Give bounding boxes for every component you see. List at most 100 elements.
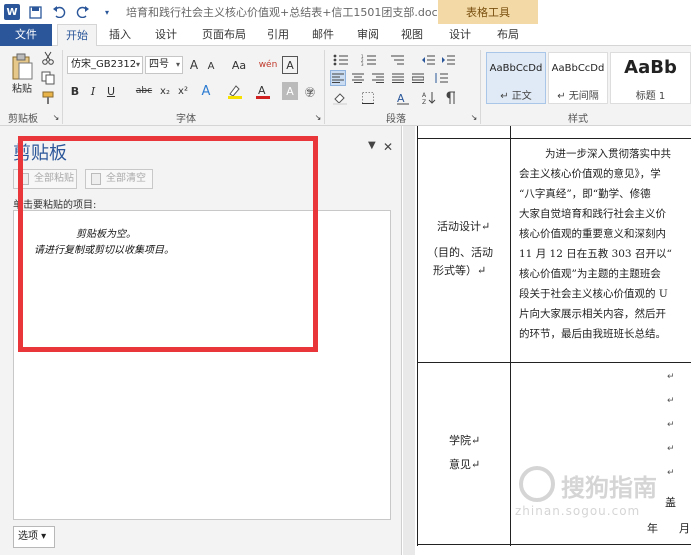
clipboard-group-label: 剪贴板 <box>8 114 38 125</box>
word-app-icon[interactable]: W <box>4 4 20 20</box>
document-area[interactable]: 活动设计↵ （目的、活动 形式等）↵ 为进一步深入贯彻落实中共 会主义核心价值观… <box>403 126 691 555</box>
ribbon-tabs: 文件 开始 插入 设计 页面布局 引用 邮件 审阅 视图 设计 布局 <box>0 24 691 47</box>
line-spacing-icon[interactable] <box>432 70 450 86</box>
body-text-line: 片向大家展示相关内容，然后开 <box>519 308 666 320</box>
body-text-line: 的环节，最后由我班班长总结。 <box>519 328 666 340</box>
tab-insert[interactable]: 插入 <box>102 24 138 46</box>
character-border-button[interactable]: A <box>282 56 298 74</box>
paragraph-launcher-icon[interactable]: ↘ <box>470 112 478 122</box>
underline-button[interactable]: U <box>104 82 118 100</box>
paste-button[interactable]: 粘贴 <box>8 80 36 95</box>
style-normal[interactable]: AaBbCcDd ↵ 正文 <box>486 52 546 104</box>
phonetic-guide-button[interactable]: wén <box>258 56 278 74</box>
title-bar: W ▾ 培育和践行社会主义核心价值观+总结表+信工1501团支部.doc... … <box>0 0 691 24</box>
body-text-line: 大家自觉培育和践行社会主义价 <box>519 208 666 220</box>
cut-icon[interactable] <box>40 50 56 66</box>
tab-view[interactable]: 视图 <box>394 24 430 46</box>
tab-page-layout[interactable]: 页面布局 <box>196 24 252 46</box>
undo-icon[interactable] <box>50 3 68 21</box>
tab-design[interactable]: 设计 <box>148 24 184 46</box>
numbering-icon[interactable]: 123 <box>358 52 380 68</box>
options-button[interactable]: 选项 ▾ <box>13 526 55 548</box>
clipboard-launcher-icon[interactable]: ↘ <box>52 112 60 122</box>
font-color-icon[interactable]: A <box>254 82 272 100</box>
watermark-main-text: 搜狗指南 <box>561 474 657 502</box>
style-heading-1[interactable]: AaBb 标题 1 <box>610 52 691 104</box>
tab-table-design[interactable]: 设计 <box>442 24 478 46</box>
paste-icon[interactable] <box>8 52 36 82</box>
change-case-button[interactable]: Aa <box>228 56 250 74</box>
font-name-combo[interactable]: 仿宋_GB2312 ▾ <box>67 56 143 74</box>
align-right-icon[interactable] <box>370 70 386 86</box>
character-shading-icon[interactable]: A <box>282 82 298 100</box>
body-text-line: 核心价值观的重要意义和深刻内 <box>519 228 666 240</box>
shrink-font-button[interactable]: A <box>204 58 218 74</box>
svg-text:A: A <box>397 92 405 105</box>
increase-indent-icon[interactable] <box>440 52 458 68</box>
multilevel-list-icon[interactable] <box>386 52 408 68</box>
justify-icon[interactable] <box>390 70 406 86</box>
font-group-label: 字体 <box>176 114 196 125</box>
redo-icon[interactable] <box>74 3 92 21</box>
pane-options-icon[interactable]: ▼ <box>368 140 376 151</box>
svg-text:3: 3 <box>361 62 364 66</box>
tab-mailings[interactable]: 邮件 <box>305 24 341 46</box>
bold-button[interactable]: B <box>68 82 82 100</box>
italic-button[interactable]: I <box>86 82 100 100</box>
strikethrough-button[interactable]: abc <box>134 82 154 100</box>
style-sample: AaBbCcDd <box>489 63 543 74</box>
table-border <box>417 126 418 546</box>
highlight-color-icon[interactable] <box>226 82 244 100</box>
font-size-value: 四号 <box>149 59 169 70</box>
svg-text:A: A <box>258 84 266 97</box>
style-name: ↵ 正文 <box>500 91 532 102</box>
customize-quick-access-icon[interactable]: ▾ <box>98 3 116 21</box>
superscript-button[interactable]: x² <box>175 82 191 100</box>
row-label-line: 意见↵ <box>449 458 481 471</box>
decrease-indent-icon[interactable] <box>420 52 438 68</box>
style-sample: AaBbCcDd <box>551 63 605 74</box>
table-border <box>510 126 511 546</box>
shading-icon[interactable] <box>330 90 350 106</box>
tab-table-layout[interactable]: 布局 <box>490 24 526 46</box>
tab-references[interactable]: 引用 <box>260 24 296 46</box>
close-icon[interactable]: ✕ <box>383 140 393 154</box>
body-text-line: 段关于社会主义核心价值观的 U <box>519 288 668 300</box>
table-border <box>417 362 691 363</box>
bullets-icon[interactable] <box>330 52 352 68</box>
style-sample: AaBb <box>624 57 677 78</box>
tab-file[interactable]: 文件 <box>0 24 52 46</box>
table-border <box>417 138 691 139</box>
row-label-line: （目的、活动 <box>427 246 493 259</box>
ribbon: 粘贴 剪贴板 ↘ 仿宋_GB2312 ▾ 四号 ▾ A A Aa wén A B I… <box>0 46 691 126</box>
body-text-line: 核心价值观”为主题的主题班会 <box>519 268 661 280</box>
group-separator <box>324 50 325 124</box>
style-name: 标题 1 <box>635 91 666 102</box>
tab-home[interactable]: 开始 <box>57 24 97 47</box>
sort-icon[interactable]: AZ <box>420 90 438 106</box>
distributed-icon[interactable] <box>410 70 426 86</box>
copy-icon[interactable] <box>40 70 56 86</box>
paragraph-mark: ↵ <box>667 396 675 406</box>
format-painter-icon[interactable] <box>40 90 56 106</box>
text-effects-icon[interactable]: A <box>198 82 214 100</box>
document-title: 培育和践行社会主义核心价值观+总结表+信工1501团支部.doc... <box>126 6 449 19</box>
grow-font-button[interactable]: A <box>187 56 201 74</box>
style-no-spacing[interactable]: AaBbCcDd ↵ 无间隔 <box>548 52 608 104</box>
font-size-combo[interactable]: 四号 ▾ <box>145 56 183 74</box>
group-separator <box>480 50 481 124</box>
subscript-button[interactable]: x₂ <box>157 82 173 100</box>
align-center-icon[interactable] <box>350 70 366 86</box>
row-label-line: 学院↵ <box>449 434 481 447</box>
chevron-down-icon: ▾ <box>175 60 180 69</box>
tab-review[interactable]: 审阅 <box>350 24 386 46</box>
font-launcher-icon[interactable]: ↘ <box>314 112 322 122</box>
table-tools-context: 表格工具 <box>438 0 538 24</box>
align-left-icon[interactable] <box>330 70 346 86</box>
highlight-annotation-box <box>18 136 318 352</box>
borders-icon[interactable] <box>358 90 378 106</box>
enclose-characters-icon[interactable]: ㊫ <box>302 82 318 100</box>
save-icon[interactable] <box>26 3 44 21</box>
asian-layout-icon[interactable]: A <box>392 90 414 106</box>
show-marks-icon[interactable] <box>442 90 460 106</box>
